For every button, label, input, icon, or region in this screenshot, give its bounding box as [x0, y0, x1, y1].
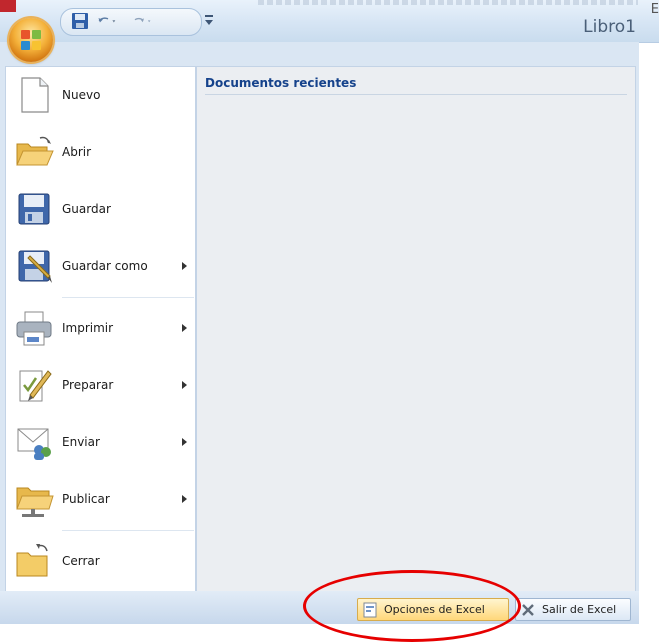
undo-icon[interactable] — [97, 12, 119, 30]
menu-item-imprimir[interactable]: Imprimir — [6, 301, 195, 355]
submenu-arrow-icon — [182, 381, 187, 389]
prepare-icon — [14, 365, 54, 405]
submenu-arrow-icon — [182, 495, 187, 503]
menu-item-label: Publicar — [62, 492, 110, 506]
menu-item-guardar[interactable]: Guardar — [6, 182, 195, 236]
send-icon — [14, 422, 54, 462]
menu-item-nuevo[interactable]: Nuevo — [6, 68, 195, 122]
office-button[interactable] — [9, 18, 53, 62]
faint-header-text — [258, 0, 638, 5]
menu-item-enviar[interactable]: Enviar — [6, 415, 195, 469]
command-list: Nuevo Abrir Guardar Guardar como Imprimi… — [5, 66, 196, 592]
menu-item-label: Nuevo — [62, 88, 101, 102]
menu-separator — [62, 530, 194, 531]
redo-icon[interactable] — [133, 12, 155, 30]
office-logo-icon — [21, 30, 41, 50]
menu-item-label: Guardar — [62, 202, 111, 216]
excel-options-label: Opciones de Excel — [384, 603, 485, 616]
recent-documents-title: Documentos recientes — [205, 76, 357, 90]
menu-item-label: Cerrar — [62, 554, 100, 568]
close-folder-icon — [14, 541, 54, 581]
recent-documents-pane: Documentos recientes — [196, 66, 636, 592]
menu-item-label: Abrir — [62, 145, 92, 159]
title-bar: Libro1 E — [0, 0, 659, 43]
submenu-arrow-icon — [182, 324, 187, 332]
options-icon — [362, 602, 378, 618]
save-icon[interactable] — [69, 12, 91, 30]
menu-item-cerrar[interactable]: Cerrar — [6, 534, 195, 588]
window-title: Libro1 — [583, 17, 636, 37]
new-document-icon — [14, 75, 54, 115]
menu-footer: Opciones de Excel Salir de Excel — [0, 591, 639, 624]
menu-item-preparar[interactable]: Preparar — [6, 358, 195, 412]
excel-options-button[interactable]: Opciones de Excel — [357, 598, 509, 621]
quick-access-toolbar — [60, 8, 202, 36]
menu-item-label: Guardar como — [62, 259, 148, 273]
close-icon — [520, 602, 536, 618]
submenu-arrow-icon — [182, 438, 187, 446]
exit-excel-label: Salir de Excel — [542, 603, 617, 616]
menu-item-label: Imprimir — [62, 321, 114, 335]
red-corner-mark — [0, 0, 16, 12]
office-menu: Nuevo Abrir Guardar Guardar como Imprimi… — [0, 42, 639, 624]
menu-item-publicar[interactable]: Publicar — [6, 472, 195, 526]
customize-qat-icon[interactable] — [202, 12, 216, 28]
menu-item-label: Enviar — [62, 435, 100, 449]
open-folder-icon — [14, 132, 54, 172]
recent-divider — [205, 94, 627, 95]
publish-icon — [14, 479, 54, 519]
menu-item-label: Preparar — [62, 378, 114, 392]
menu-separator — [62, 297, 194, 298]
save-as-icon — [14, 246, 54, 286]
exit-excel-button[interactable]: Salir de Excel — [515, 598, 631, 621]
menu-item-guardar-como[interactable]: Guardar como — [6, 239, 195, 293]
save-icon — [14, 189, 54, 229]
menu-item-abrir[interactable]: Abrir — [6, 125, 195, 179]
printer-icon — [14, 308, 54, 348]
edge-glyph: E — [650, 2, 659, 17]
submenu-arrow-icon — [182, 262, 187, 270]
